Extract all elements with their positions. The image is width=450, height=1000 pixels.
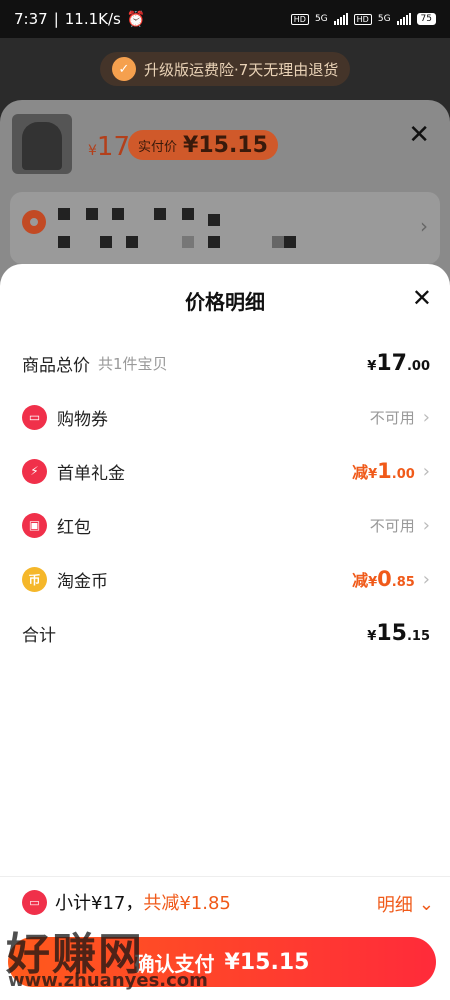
row-sublabel: 共1件宝贝 xyxy=(98,354,168,373)
banner-text: 升级版运费险·7天无理由退货 xyxy=(144,60,339,79)
detail-toggle-button[interactable]: 明细 ⌄ xyxy=(377,891,434,917)
shield-icon: ✓ xyxy=(112,57,136,81)
row-status: 不可用 xyxy=(369,408,415,427)
detail-label: 明细 xyxy=(376,895,413,916)
battery-icon: 75 xyxy=(416,13,436,25)
chevron-right-icon: › xyxy=(422,460,430,482)
row-coupon[interactable]: ▭ 购物券 不可用 › xyxy=(0,394,450,440)
row-red-packet[interactable]: ▣ 红包 不可用 › xyxy=(0,502,450,548)
red-packet-icon: ▣ xyxy=(22,512,47,538)
address-redacted xyxy=(58,208,308,258)
signal-icon-2 xyxy=(396,13,411,25)
row-label: 红包 xyxy=(57,517,91,538)
product-price: ¥17 xyxy=(88,132,131,162)
saved-text: 共减¥1.85 xyxy=(143,893,231,914)
ticket-icon: ▭ xyxy=(22,404,47,430)
product-thumbnail xyxy=(12,114,72,174)
actual-price-label: 实付价 xyxy=(138,139,178,155)
chevron-down-icon: ⌄ xyxy=(418,893,434,915)
row-label: 淘金币 xyxy=(57,571,108,592)
network-type-2: 5G xyxy=(377,14,391,24)
pay-amount: ¥15.15 xyxy=(224,949,310,975)
status-bar: 7:37 | 11.1K/s ⏰ HD 5G HD 5G 75 xyxy=(0,0,450,38)
close-icon-background[interactable]: ✕ xyxy=(408,120,430,150)
row-label: 购物券 xyxy=(57,409,108,430)
subtotal-text: 小计¥17， xyxy=(55,893,144,914)
hd-icon-2: HD xyxy=(353,13,372,25)
actual-price-value: ¥15.15 xyxy=(183,132,268,158)
network-type-1: 5G xyxy=(314,14,328,24)
close-icon[interactable]: ✕ xyxy=(412,284,432,312)
lightning-icon: ⚡ xyxy=(22,458,47,484)
chevron-right-icon: › xyxy=(422,568,430,590)
shipping-insurance-banner: ✓ 升级版运费险·7天无理由退货 xyxy=(100,52,351,86)
chevron-right-icon: › xyxy=(420,214,428,238)
subtotal: ▭ 小计¥17， 共减¥1.85 xyxy=(22,889,231,915)
alarm-icon: ⏰ xyxy=(126,10,146,28)
row-first-order-gift[interactable]: ⚡ 首单礼金 减 ¥1.00 › xyxy=(0,448,450,494)
row-sum: 合计 ¥15.15 xyxy=(0,610,450,656)
row-value: ¥17.00 xyxy=(367,350,430,376)
row-total-price: 商品总价 共1件宝贝 ¥17.00 xyxy=(0,340,450,386)
row-value: ¥15.15 xyxy=(367,620,430,646)
coin-icon: 币 xyxy=(22,566,47,592)
actual-price-badge: 实付价 ¥15.15 xyxy=(128,130,278,160)
row-label: 商品总价 xyxy=(22,355,90,376)
chevron-right-icon: › xyxy=(422,514,430,536)
row-status: 不可用 xyxy=(369,516,415,535)
chevron-right-icon: › xyxy=(422,406,430,428)
row-value: 减 ¥1.00 xyxy=(352,459,415,483)
row-gold-coin[interactable]: 币 淘金币 减 ¥0.85 › xyxy=(0,556,450,602)
pay-label: 确认支付 xyxy=(134,951,215,976)
ticket-icon: ▭ xyxy=(22,889,47,915)
row-label: 合计 xyxy=(22,625,56,646)
network-speed: 11.1K/s xyxy=(64,10,121,28)
clock: 7:37 xyxy=(14,10,48,28)
signal-icon xyxy=(333,13,348,25)
bottom-bar: ▭ 小计¥17， 共减¥1.85 明细 ⌄ 确认支付 ¥15.15 xyxy=(0,876,450,1000)
location-pin-icon xyxy=(22,210,46,234)
confirm-pay-button[interactable]: 确认支付 ¥15.15 xyxy=(8,937,436,987)
row-value: 减 ¥0.85 xyxy=(352,567,415,591)
row-label: 首单礼金 xyxy=(57,463,125,484)
sheet-title: 价格明细 xyxy=(185,290,265,314)
hd-icon: HD xyxy=(290,13,309,25)
